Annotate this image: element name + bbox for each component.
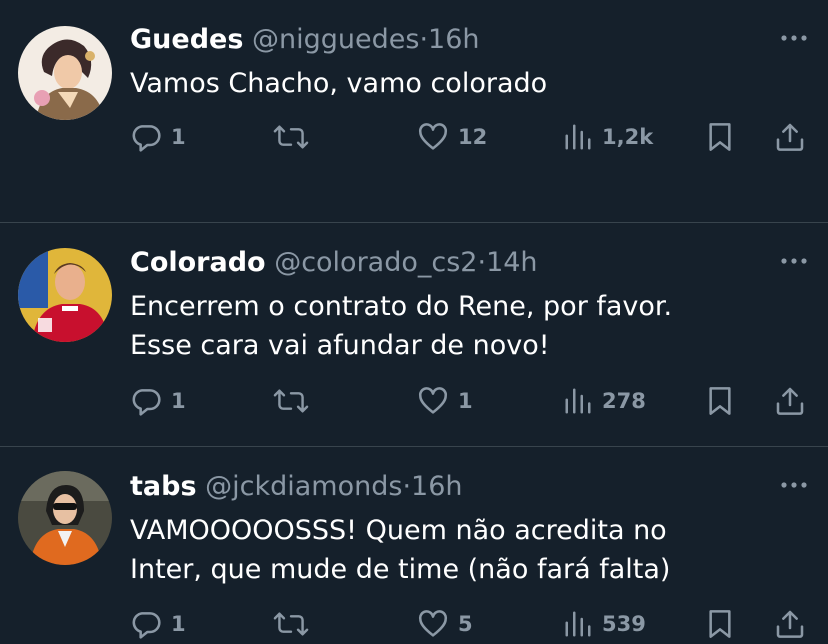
views-icon xyxy=(565,124,591,150)
share-icon xyxy=(776,387,804,415)
retweet-icon xyxy=(273,125,309,149)
tweet-header: tabs @jckdiamonds·16h xyxy=(130,469,463,505)
heart-icon xyxy=(419,610,447,637)
display-name[interactable]: Colorado xyxy=(130,247,266,278)
views-button[interactable]: 278 xyxy=(563,381,646,421)
like-button[interactable]: 12 xyxy=(417,117,487,157)
tweet-actions: 1 5 539 xyxy=(130,604,810,644)
tweet-header: Colorado @colorado_cs2·14h xyxy=(130,245,538,281)
avatar[interactable] xyxy=(18,248,112,342)
reply-button[interactable]: 1 xyxy=(130,117,186,157)
reply-count: 1 xyxy=(171,612,186,636)
tweet[interactable]: tabs @jckdiamonds·16h VAMOOOOOSSS! Quem … xyxy=(0,447,828,639)
retweet-button[interactable] xyxy=(273,604,318,644)
separator-dot: · xyxy=(477,247,487,278)
tweet-text-line: Vamos Chacho, vamo colorado xyxy=(130,68,548,99)
reply-icon xyxy=(132,612,161,639)
view-count: 1,2k xyxy=(602,125,654,149)
share-button[interactable] xyxy=(774,604,806,644)
bookmark-button[interactable] xyxy=(706,117,734,157)
view-count: 539 xyxy=(602,612,646,636)
user-handle[interactable]: @jckdiamonds xyxy=(205,471,402,502)
reply-icon xyxy=(132,125,161,152)
views-button[interactable]: 539 xyxy=(563,604,646,644)
avatar[interactable] xyxy=(18,26,112,120)
separator-dot: · xyxy=(402,471,412,502)
retweet-button[interactable] xyxy=(273,381,318,421)
tweet-text: Encerrem o contrato do Rene, por favor. … xyxy=(130,287,672,365)
tweet-text-line: Esse cara vai afundar de novo! xyxy=(130,330,550,361)
bookmark-icon xyxy=(709,387,731,415)
avatar-image-illustration xyxy=(18,26,112,120)
like-button[interactable]: 1 xyxy=(417,381,473,421)
timestamp[interactable]: 14h xyxy=(486,247,537,278)
share-button[interactable] xyxy=(774,381,806,421)
timestamp[interactable]: 16h xyxy=(411,471,462,502)
reply-count: 1 xyxy=(171,389,186,413)
bookmark-icon xyxy=(709,610,731,638)
view-count: 278 xyxy=(602,389,646,413)
share-icon xyxy=(776,123,804,151)
display-name[interactable]: tabs xyxy=(130,471,197,502)
like-count: 5 xyxy=(458,612,473,636)
user-handle[interactable]: @colorado_cs2 xyxy=(274,247,477,278)
tweet-header: Guedes @nigguedes·16h xyxy=(130,22,480,58)
views-button[interactable]: 1,2k xyxy=(563,117,653,157)
reply-icon xyxy=(132,389,161,416)
timestamp[interactable]: 16h xyxy=(428,24,479,55)
tweet-text-line: Encerrem o contrato do Rene, por favor. xyxy=(130,291,673,322)
reply-button[interactable]: 1 xyxy=(130,604,186,644)
share-button[interactable] xyxy=(774,117,806,157)
retweet-button[interactable] xyxy=(273,117,318,157)
reply-count: 1 xyxy=(171,125,186,149)
views-icon xyxy=(565,388,591,414)
like-count: 12 xyxy=(458,125,488,149)
more-icon[interactable] xyxy=(780,24,808,48)
tweet-text-line: Inter, que mude de time (não fará falta) xyxy=(130,554,671,585)
separator-dot: · xyxy=(419,24,429,55)
retweet-icon xyxy=(273,612,309,636)
tweet-actions: 1 1 278 xyxy=(130,381,810,421)
like-count: 1 xyxy=(458,389,473,413)
timeline-feed: Guedes @nigguedes·16h Vamos Chacho, vamo… xyxy=(0,0,828,639)
display-name[interactable]: Guedes xyxy=(130,24,243,55)
avatar-image-photo xyxy=(18,248,112,342)
views-icon xyxy=(565,611,591,637)
more-icon[interactable] xyxy=(780,471,808,495)
tweet-actions: 1 12 1,2k xyxy=(130,117,810,157)
user-handle[interactable]: @nigguedes xyxy=(252,24,419,55)
heart-icon xyxy=(419,387,447,414)
more-icon[interactable] xyxy=(780,247,808,271)
bookmark-icon xyxy=(709,123,731,151)
like-button[interactable]: 5 xyxy=(417,604,473,644)
avatar-image-photo xyxy=(18,471,112,565)
tweet[interactable]: Colorado @colorado_cs2·14h Encerrem o co… xyxy=(0,223,828,447)
retweet-icon xyxy=(273,389,309,413)
tweet-text-line: VAMOOOOOSSS! Quem não acredita no xyxy=(130,515,667,546)
avatar[interactable] xyxy=(18,471,112,565)
reply-button[interactable]: 1 xyxy=(130,381,186,421)
tweet-text: Vamos Chacho, vamo colorado xyxy=(130,64,547,103)
bookmark-button[interactable] xyxy=(706,381,734,421)
bookmark-button[interactable] xyxy=(706,604,734,644)
share-icon xyxy=(776,610,804,638)
heart-icon xyxy=(419,123,447,150)
tweet-text: VAMOOOOOSSS! Quem não acredita no Inter,… xyxy=(130,511,670,589)
tweet[interactable]: Guedes @nigguedes·16h Vamos Chacho, vamo… xyxy=(0,0,828,223)
